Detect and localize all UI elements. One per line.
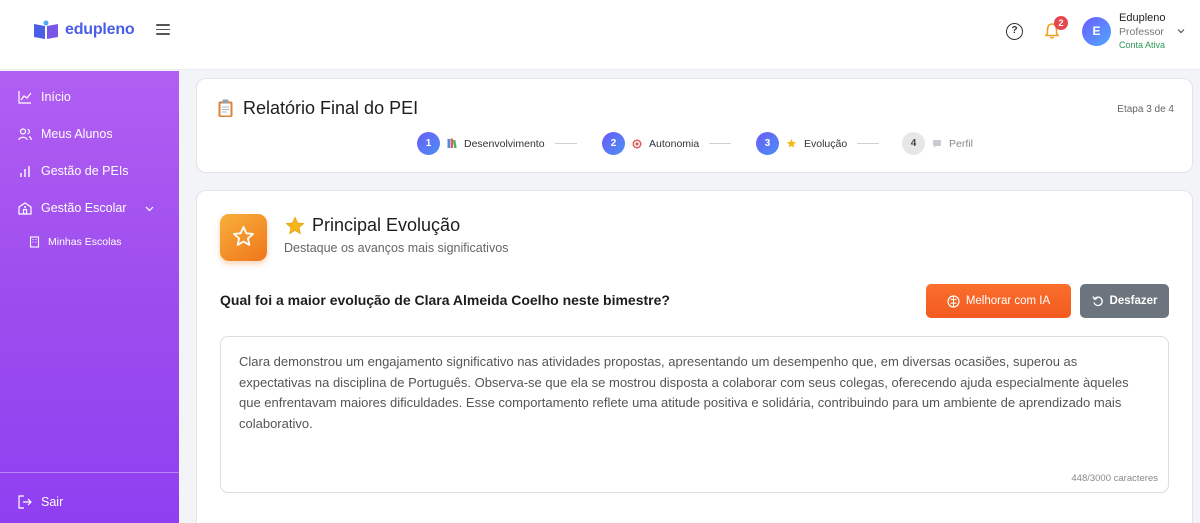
star-icon [786, 138, 797, 148]
chevron-down-icon[interactable] [1177, 27, 1185, 35]
improve-with-ai-button[interactable]: Melhorar com IA [926, 284, 1071, 318]
user-menu[interactable]: Edupleno Professor Conta Ativa [1119, 11, 1169, 52]
step-connector [709, 143, 731, 144]
logo-text: edupleno [65, 21, 135, 38]
step-desenvolvimento[interactable]: 1 Desenvolvimento [417, 132, 545, 155]
sidebar-item-label: Gestão Escolar [41, 201, 127, 215]
logout-button[interactable]: Sair [18, 495, 63, 509]
sidebar-item-label: Gestão de PEIs [41, 164, 129, 178]
notification-badge: 2 [1054, 16, 1068, 30]
clipboard-icon [218, 99, 233, 117]
evolution-answer-textarea[interactable]: Clara demonstrou um engajamento signific… [220, 336, 1169, 493]
sidebar-item-gestao-escolar[interactable]: Gestão Escolar [18, 201, 126, 215]
step-number: 4 [902, 132, 925, 155]
book-logo-icon [34, 20, 58, 39]
star-outline-icon [233, 226, 254, 246]
undo-icon [1091, 296, 1103, 307]
sidebar-item-inicio[interactable]: Início [18, 90, 71, 104]
chevron-down-icon[interactable] [145, 204, 154, 213]
building-icon [29, 236, 40, 248]
chart-line-icon [18, 91, 32, 104]
step-number: 2 [602, 132, 625, 155]
feature-icon-tile [220, 214, 267, 261]
bar-chart-icon [20, 166, 30, 177]
avatar[interactable]: E [1082, 17, 1111, 46]
step-evolucao[interactable]: 3 Evolução [756, 132, 847, 155]
sidebar-item-label: Início [41, 90, 71, 104]
evolution-card: Principal Evolução Destaque os avanços m… [196, 190, 1193, 523]
step-count: Etapa 3 de 4 [1117, 104, 1174, 115]
sidebar-item-minhas-escolas[interactable]: Minhas Escolas [29, 236, 122, 248]
sidebar-divider [0, 472, 179, 473]
step-label: Desenvolvimento [464, 137, 545, 150]
question-label: Qual foi a maior evolução de Clara Almei… [220, 292, 670, 308]
brain-icon [947, 294, 960, 308]
character-counter: 448/3000 caracteres [1071, 473, 1158, 484]
users-icon [18, 128, 32, 141]
target-icon [632, 139, 642, 148]
undo-label: Desfazer [1109, 295, 1158, 307]
step-connector [555, 143, 577, 144]
sidebar-item-gestao-peis[interactable]: Gestão de PEIs [18, 164, 129, 178]
sidebar: Início Meus Alunos Gestão de PEIs Gestão… [0, 71, 179, 523]
improve-with-ai-label: Melhorar com IA [965, 295, 1051, 307]
section-title: Principal Evolução [312, 215, 461, 235]
step-label: Autonomia [649, 137, 700, 150]
logout-icon [18, 495, 32, 509]
logo[interactable]: edupleno [33, 20, 135, 40]
star-icon [285, 216, 305, 235]
step-connector [857, 143, 879, 144]
user-status: Conta Ativa [1119, 40, 1166, 50]
help-icon[interactable]: ? [1006, 23, 1023, 40]
step-label: Perfil [949, 137, 973, 150]
sidebar-item-label: Minhas Escolas [48, 236, 122, 248]
user-name: Edupleno [1119, 12, 1166, 24]
step-label: Evolução [804, 137, 848, 150]
top-header: edupleno ? 2 E Edupleno Professor Conta … [0, 0, 1200, 70]
page-title: Relatório Final do PEI [243, 98, 419, 118]
undo-button[interactable]: Desfazer [1080, 284, 1169, 318]
sidebar-item-label: Meus Alunos [41, 127, 113, 141]
user-role: Professor [1119, 26, 1164, 38]
report-header-card: Relatório Final do PEI Etapa 3 de 4 1 De… [196, 78, 1193, 173]
books-icon [447, 138, 457, 149]
step-perfil[interactable]: 4 Perfil [902, 132, 973, 155]
school-icon [18, 202, 32, 215]
step-number: 1 [417, 132, 440, 155]
section-subtitle: Destaque os avanços mais significativos [284, 241, 509, 255]
sidebar-item-meus-alunos[interactable]: Meus Alunos [18, 127, 113, 141]
speech-bubble-icon [933, 139, 941, 148]
step-autonomia[interactable]: 2 Autonomia [602, 132, 699, 155]
step-number: 3 [756, 132, 779, 155]
logout-label: Sair [41, 495, 64, 509]
hamburger-menu-icon[interactable] [156, 24, 170, 38]
